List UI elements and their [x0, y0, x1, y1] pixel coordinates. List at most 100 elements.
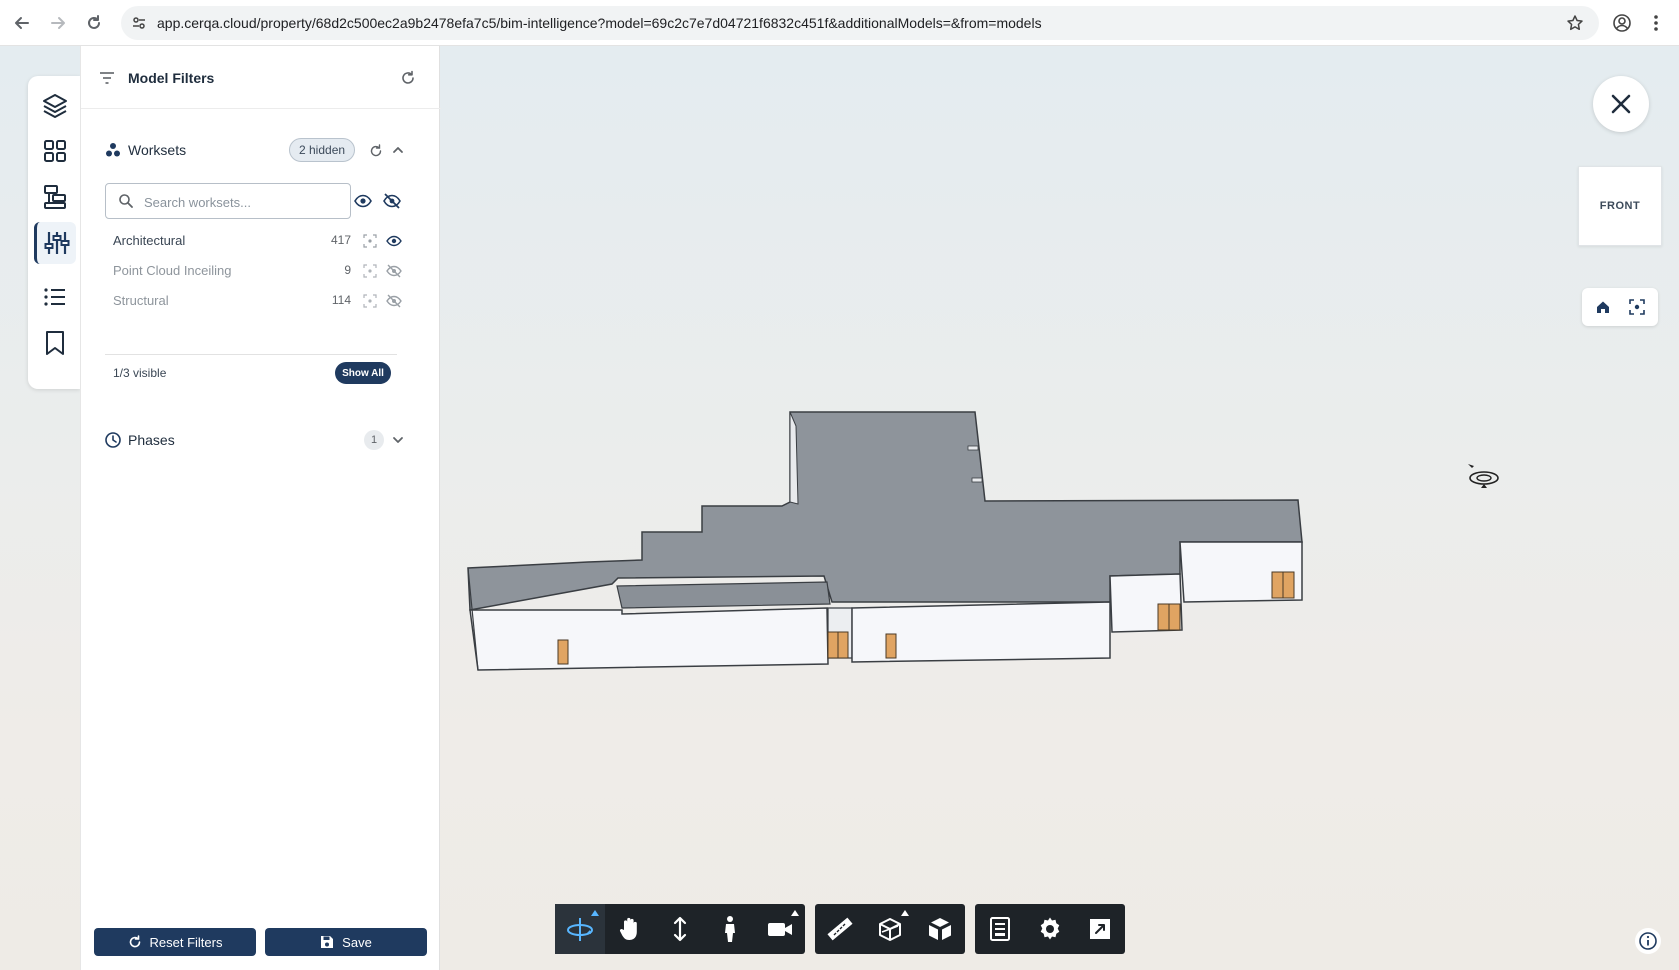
- info-button[interactable]: [1635, 928, 1661, 954]
- navigation-tools-group: [555, 904, 805, 954]
- ruler-icon: [827, 917, 853, 941]
- zoom-tool-button[interactable]: [655, 904, 705, 954]
- measure-tool-button[interactable]: [815, 904, 865, 954]
- save-button[interactable]: Save: [265, 928, 427, 956]
- bookmark-icon[interactable]: [34, 322, 76, 364]
- view-cube-tools: [1582, 288, 1658, 326]
- fullscreen-icon: [1090, 919, 1110, 939]
- layers-icon[interactable]: [34, 84, 76, 126]
- orbit-tool-button[interactable]: [555, 904, 605, 954]
- panel-header: Model Filters: [81, 46, 441, 109]
- save-icon: [321, 936, 334, 948]
- home-icon[interactable]: [1594, 298, 1612, 316]
- divider: [105, 354, 397, 355]
- view-cube[interactable]: FRONT: [1578, 166, 1662, 246]
- visible-summary: 1/3 visible: [113, 366, 167, 380]
- list-icon[interactable]: [34, 276, 76, 318]
- zoom-arrows-icon: [673, 916, 687, 942]
- isolate-icon[interactable]: [363, 294, 377, 308]
- explode-tool-button[interactable]: [915, 904, 965, 954]
- info-icon: [1639, 932, 1657, 950]
- reset-filters-button[interactable]: Reset Filters: [94, 928, 256, 956]
- caret-icon: [591, 910, 599, 916]
- workset-name: Architectural: [113, 233, 186, 248]
- clock-icon: [103, 430, 123, 450]
- close-viewer-button[interactable]: [1593, 76, 1649, 132]
- workset-name: Point Cloud Inceiling: [113, 263, 232, 278]
- reset-filters-label: Reset Filters: [149, 934, 223, 950]
- settings-button[interactable]: [1025, 904, 1075, 954]
- show-all-eye-icon[interactable]: [353, 191, 373, 211]
- view-cube-face-label: FRONT: [1599, 200, 1641, 212]
- filter-icon: [97, 68, 117, 88]
- workset-count: 114: [331, 293, 351, 307]
- workset-search-field[interactable]: [105, 183, 351, 219]
- workset-count: 417: [330, 233, 351, 247]
- isolate-icon[interactable]: [363, 264, 377, 278]
- chevron-up-icon[interactable]: [388, 140, 408, 160]
- chevron-down-icon[interactable]: [388, 430, 408, 450]
- workset-row-structural[interactable]: Structural 114: [81, 286, 441, 316]
- properties-icon: [990, 917, 1010, 941]
- settings-tools-group: [975, 904, 1125, 954]
- bim-viewer[interactable]: Model Filters Worksets 2 hidden Search w…: [0, 46, 1679, 970]
- show-all-button[interactable]: Show All: [335, 362, 391, 384]
- hand-icon: [619, 917, 637, 940]
- refresh-icon[interactable]: [398, 68, 418, 88]
- workset-name: Structural: [113, 293, 169, 308]
- caret-icon: [791, 910, 799, 916]
- search-icon: [119, 194, 133, 208]
- caret-icon: [901, 910, 909, 916]
- model-filters-panel: Model Filters Worksets 2 hidden Search w…: [80, 46, 441, 970]
- phases-title: Phases: [128, 432, 175, 448]
- hidden-eye-off-icon[interactable]: [386, 293, 402, 309]
- section-box-icon: [879, 918, 901, 941]
- hidden-count-badge: 2 hidden: [289, 138, 356, 162]
- hierarchy-icon[interactable]: [34, 176, 76, 218]
- bookmark-star-icon[interactable]: [1565, 13, 1585, 33]
- panel-title: Model Filters: [128, 70, 215, 86]
- address-bar[interactable]: app.cerqa.cloud/property/68d2c500ec2a9b2…: [121, 6, 1599, 40]
- orbit-icon: [567, 918, 593, 941]
- walk-tool-button[interactable]: [705, 904, 755, 954]
- orbit-cursor-icon: [1468, 464, 1499, 488]
- forward-icon[interactable]: [44, 9, 72, 37]
- isolate-icon[interactable]: [363, 234, 377, 248]
- pan-tool-button[interactable]: [605, 904, 655, 954]
- section-tool-button[interactable]: [865, 904, 915, 954]
- worksets-icon: [103, 140, 123, 160]
- reset-worksets-icon[interactable]: [366, 141, 386, 161]
- browser-toolbar: app.cerqa.cloud/property/68d2c500ec2a9b2…: [0, 0, 1679, 46]
- fit-to-view-icon[interactable]: [1628, 298, 1646, 316]
- filters-icon[interactable]: [34, 222, 76, 264]
- properties-button[interactable]: [975, 904, 1025, 954]
- reset-icon: [129, 935, 140, 948]
- hidden-eye-off-icon[interactable]: [386, 263, 402, 279]
- workset-row-point-cloud[interactable]: Point Cloud Inceiling 9: [81, 256, 441, 286]
- phases-count-badge: 1: [364, 430, 384, 450]
- building-model[interactable]: [440, 346, 1320, 686]
- analysis-tools-group: [815, 904, 965, 954]
- browser-menu-icon[interactable]: [1644, 9, 1668, 37]
- url-text: app.cerqa.cloud/property/68d2c500ec2a9b2…: [157, 15, 1042, 31]
- reload-icon[interactable]: [80, 9, 108, 37]
- workset-count: 9: [344, 263, 351, 277]
- tool-rail: [28, 76, 80, 389]
- camera-tool-button[interactable]: [755, 904, 805, 954]
- grid-icon[interactable]: [34, 130, 76, 172]
- back-icon[interactable]: [8, 9, 36, 37]
- gear-icon: [1040, 917, 1060, 940]
- person-icon: [725, 916, 735, 942]
- save-label: Save: [342, 934, 372, 950]
- site-settings-icon[interactable]: [129, 13, 149, 33]
- workset-row-architectural[interactable]: Architectural 417: [81, 226, 441, 256]
- camera-icon: [768, 923, 792, 936]
- close-icon: [1611, 94, 1631, 114]
- explode-cube-icon: [929, 918, 951, 940]
- search-input[interactable]: [144, 192, 344, 212]
- fullscreen-button[interactable]: [1075, 904, 1125, 954]
- worksets-title: Worksets: [128, 142, 187, 158]
- visible-eye-icon[interactable]: [386, 233, 402, 249]
- hide-all-eye-off-icon[interactable]: [382, 191, 402, 211]
- profile-icon[interactable]: [1608, 9, 1636, 37]
